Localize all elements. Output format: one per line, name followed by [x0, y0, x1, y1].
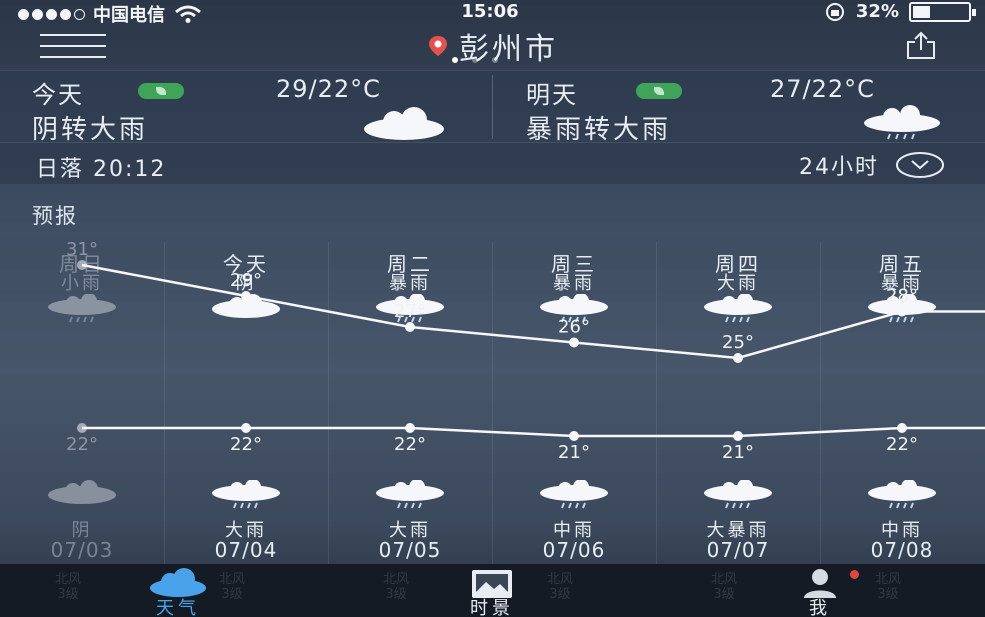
- air-quality-badge-icon: [636, 83, 682, 99]
- forecast-date: 07/03: [50, 538, 114, 562]
- battery-percent: 32%: [855, 1, 899, 22]
- tomorrow-label: 明天: [526, 81, 578, 109]
- page-dot[interactable]: [492, 57, 498, 63]
- rain-cloud-icon: [48, 294, 116, 323]
- rain-cloud-icon: [868, 480, 936, 509]
- forecast-day-condition: 暴雨: [881, 273, 923, 294]
- summary-panel: 今天 29/22°C 阴转大雨 明天 27/22°C 暴雨转大雨: [0, 70, 985, 145]
- rain-cloud-icon: [704, 294, 772, 323]
- rain-cloud-icon: [540, 480, 608, 509]
- hourly-toggle-button[interactable]: 24小时: [799, 149, 945, 181]
- forecast-day-condition: 阴: [235, 273, 257, 294]
- forecast-day-column[interactable]: 周二 暴雨 大雨 07/05: [328, 236, 492, 564]
- forecast-date: 07/08: [870, 538, 934, 562]
- cloud-icon: [212, 294, 280, 318]
- status-bar: 中国电信 15:06 32%: [0, 0, 985, 26]
- location-pin-icon: [429, 36, 447, 56]
- forecast-day-column[interactable]: 周三 暴雨 中雨 07/06: [492, 236, 656, 564]
- rain-cloud-icon: [212, 480, 280, 509]
- tab-bar: 北风 3级 北风 3级 北风 3级 北风 3级 北风 3级 北风 3级 天气 时景我: [0, 564, 985, 617]
- share-icon[interactable]: [905, 30, 937, 60]
- forecast-day-condition: 大雨: [717, 273, 759, 294]
- cloud-icon: [48, 480, 116, 504]
- tab-photo[interactable]: 时景: [392, 564, 592, 617]
- page-dot[interactable]: [452, 57, 458, 63]
- tab-weather-cloud[interactable]: 天气: [78, 564, 278, 617]
- tomorrow-temp: 27/22°C: [770, 75, 875, 103]
- rotation-lock-icon: [825, 2, 844, 21]
- cloud-icon: [364, 107, 444, 140]
- tomorrow-condition: 暴雨转大雨: [526, 115, 672, 145]
- tab-profile[interactable]: 我: [720, 564, 920, 617]
- tab-label: 天气: [156, 598, 200, 617]
- rain-cloud-icon: [376, 480, 444, 509]
- sunset-row: 日落 20:12 24小时: [0, 142, 985, 184]
- today-temp: 29/22°C: [276, 75, 381, 103]
- forecast-day-condition: 暴雨: [389, 273, 431, 294]
- forecast-day-condition: 暴雨: [553, 273, 595, 294]
- signal-strength-icon: [18, 8, 85, 20]
- clock: 15:06: [461, 1, 519, 22]
- forecast-date: 07/06: [542, 538, 606, 562]
- tab-label: 我: [809, 598, 831, 617]
- air-quality-badge-icon: [138, 83, 184, 99]
- top-nav: 彭州市: [0, 24, 985, 70]
- forecast-date: 07/05: [378, 538, 442, 562]
- tab-label: 时景: [470, 598, 514, 617]
- forecast-day-column[interactable]: 今天阴大雨 07/04: [164, 236, 328, 564]
- rain-cloud-icon: [704, 480, 772, 509]
- forecast-grid: 周日 小雨阴 07/03 今天阴大雨 07/04 周二 暴雨 大雨 07/05 周三 暴雨 中雨 07/…: [0, 236, 985, 564]
- forecast-date: 07/04: [214, 538, 278, 562]
- tomorrow-card[interactable]: 明天 27/22°C 暴雨转大雨: [494, 71, 985, 145]
- today-condition: 阴转大雨: [32, 115, 149, 145]
- today-label: 今天: [32, 81, 84, 109]
- chevron-down-icon: [896, 152, 944, 178]
- forecast-day-column[interactable]: 周日 小雨阴 07/03: [0, 236, 164, 564]
- today-card[interactable]: 今天 29/22°C 阴转大雨: [0, 71, 492, 145]
- forecast-day-column[interactable]: 周五 暴雨 中雨 07/08: [820, 236, 984, 564]
- rain-cloud-icon: [376, 294, 444, 323]
- wifi-icon: [175, 5, 201, 23]
- rain-cloud-icon: [864, 105, 940, 140]
- rain-cloud-icon: [540, 294, 608, 323]
- battery-icon: [909, 1, 976, 22]
- page-indicator: [452, 57, 498, 63]
- status-right: 32%: [824, 1, 976, 22]
- forecast-day-condition: 小雨: [61, 273, 103, 294]
- forecast-day-column[interactable]: 周四 大雨 大暴雨 07/07: [656, 236, 820, 564]
- sunset-time: 日落 20:12: [36, 157, 167, 182]
- rain-cloud-icon: [868, 294, 936, 323]
- hourly-toggle-label: 24小时: [799, 155, 879, 180]
- notification-badge: [850, 570, 859, 579]
- page-dot[interactable]: [472, 57, 478, 63]
- forecast-heading: 预报: [32, 204, 78, 228]
- forecast-date: 07/07: [706, 538, 770, 562]
